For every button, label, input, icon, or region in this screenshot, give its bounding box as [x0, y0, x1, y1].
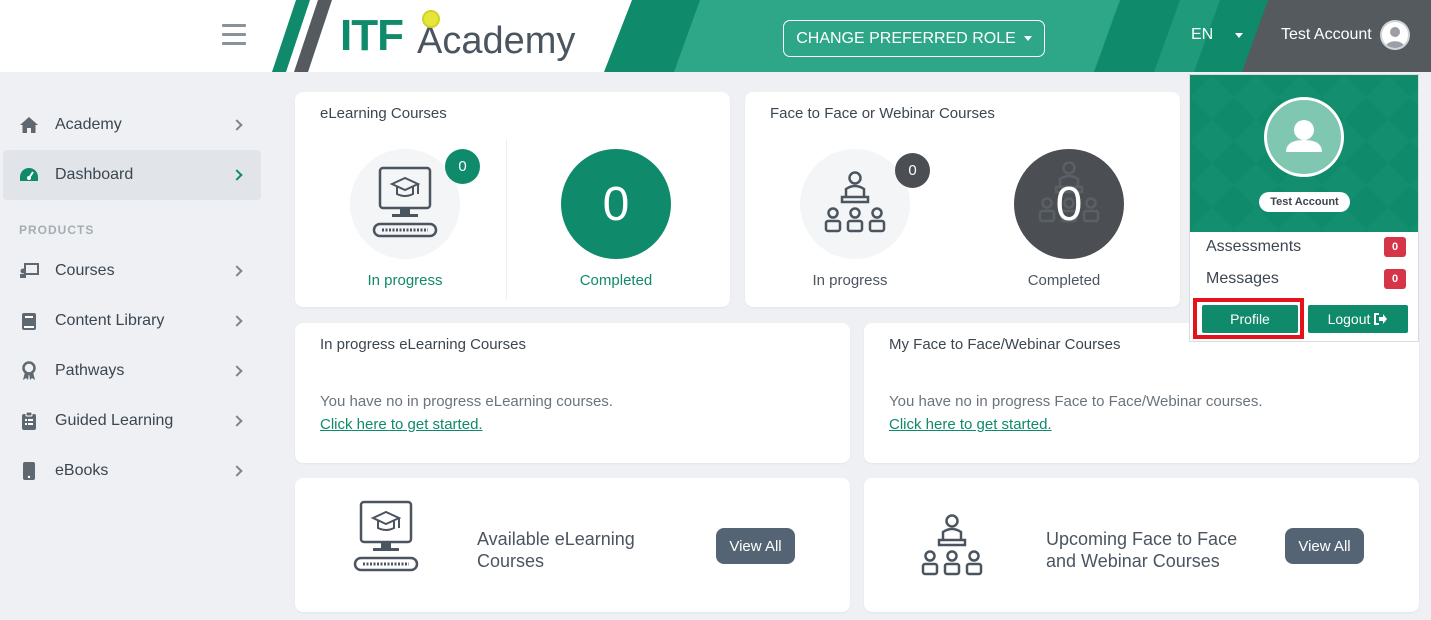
chevron-right-icon	[231, 119, 243, 131]
account-name: Test Account	[1281, 26, 1372, 43]
account-menu[interactable]: Test Account	[1281, 20, 1410, 50]
my-f2f-webinar-card: My Face to Face/Webinar Courses You have…	[864, 323, 1419, 463]
sign-out-icon	[1374, 313, 1388, 325]
caret-down-icon	[1235, 32, 1244, 38]
assessments-label: Assessments	[1206, 238, 1302, 255]
f2f-completed-circle[interactable]: 0	[1014, 149, 1124, 259]
assessments-count-badge: 0	[1384, 237, 1406, 257]
classroom-icon	[824, 171, 886, 233]
card-title: eLearning Courses	[320, 105, 447, 122]
sidebar-item-pathways[interactable]: Pathways	[3, 346, 261, 396]
card-divider	[506, 139, 507, 299]
logo-itf-text: ITF	[340, 11, 404, 60]
elearning-courses-card: eLearning Courses 0 In progress 0 Comple…	[295, 92, 730, 307]
view-all-f2f-button[interactable]: View All	[1285, 528, 1364, 564]
top-header: ITF Academy CHANGE PREFERRED ROLE EN Tes…	[0, 0, 1431, 72]
dropdown-account-name: Test Account	[1259, 192, 1350, 212]
card-title: In progress eLearning Courses	[320, 336, 526, 353]
dropdown-header: Test Account	[1190, 75, 1418, 232]
sidebar-section-products: PRODUCTS	[19, 223, 95, 237]
logout-label: Logout	[1327, 311, 1371, 327]
logo-academy-text: Academy	[416, 19, 576, 62]
language-selector[interactable]: EN	[1191, 26, 1244, 44]
elearning-in-progress-badge: 0	[445, 149, 480, 184]
card-title: Face to Face or Webinar Courses	[770, 105, 995, 122]
messages-count-badge: 0	[1384, 269, 1406, 289]
sidebar-item-academy[interactable]: Academy	[3, 100, 261, 150]
sidebar-item-label: Courses	[55, 262, 115, 279]
elearning-in-progress-circle[interactable]	[350, 149, 460, 259]
completed-label: Completed	[579, 272, 653, 289]
language-label: EN	[1191, 26, 1214, 43]
sidebar-item-label: eBooks	[55, 462, 109, 479]
sidebar-item-label: Guided Learning	[55, 412, 174, 429]
sidebar: Academy Dashboard PRODUCTS Courses Conte…	[0, 72, 270, 620]
in-progress-elearning-card: In progress eLearning Courses You have n…	[295, 323, 850, 463]
chevron-right-icon	[231, 365, 243, 377]
change-preferred-role-button[interactable]: CHANGE PREFERRED ROLE	[783, 20, 1045, 57]
card-title: My Face to Face/Webinar Courses	[889, 336, 1121, 353]
f2f-in-progress-circle[interactable]	[800, 149, 910, 259]
empty-message: You have no in progress Face to Face/Web…	[889, 393, 1263, 410]
logout-button[interactable]: Logout	[1308, 305, 1408, 333]
menu-toggle-icon[interactable]	[222, 24, 246, 46]
sidebar-item-label: Dashboard	[55, 166, 134, 183]
clipboard-icon	[19, 411, 39, 431]
sidebar-item-guided-learning[interactable]: Guided Learning	[3, 396, 261, 446]
home-icon	[19, 115, 39, 135]
award-icon	[19, 361, 39, 381]
messages-label: Messages	[1206, 270, 1279, 287]
sidebar-item-dashboard[interactable]: Dashboard	[3, 150, 261, 200]
avatar-icon	[1379, 20, 1410, 50]
f2f-in-progress-badge: 0	[895, 153, 930, 188]
chevron-right-icon	[231, 265, 243, 277]
chevron-right-icon	[231, 169, 243, 181]
itf-academy-logo[interactable]: ITF Academy	[340, 8, 575, 64]
chevron-right-icon	[231, 465, 243, 477]
upcoming-f2f-card: Upcoming Face to Face and Webinar Course…	[864, 478, 1419, 612]
messages-link[interactable]: Messages 0	[1206, 267, 1406, 291]
available-elearning-card: Available eLearning Courses View All	[295, 478, 850, 612]
feature-title: Upcoming Face to Face and Webinar Course…	[1046, 529, 1238, 571]
get-started-link[interactable]: Click here to get started.	[889, 416, 1052, 433]
in-progress-label: In progress	[812, 272, 888, 289]
book-icon	[19, 311, 39, 331]
completed-label: Completed	[1027, 272, 1101, 289]
profile-highlight-box	[1193, 298, 1304, 339]
avatar-icon	[1264, 97, 1344, 177]
computer-graduation-icon	[372, 166, 438, 238]
in-progress-label: In progress	[367, 272, 443, 289]
feature-title: Available eLearning Courses	[477, 529, 635, 571]
role-button-label: CHANGE PREFERRED ROLE	[796, 29, 1016, 47]
empty-message: You have no in progress eLearning course…	[320, 393, 613, 410]
sidebar-item-label: Content Library	[55, 312, 165, 329]
courses-icon	[19, 261, 39, 281]
caret-down-icon	[1023, 36, 1032, 41]
tennis-ball-icon	[422, 10, 440, 28]
sidebar-item-ebooks[interactable]: eBooks	[3, 446, 261, 496]
sidebar-item-label: Pathways	[55, 362, 125, 379]
f2f-webinar-courses-card: Face to Face or Webinar Courses 0 In pro…	[745, 92, 1180, 307]
sidebar-item-courses[interactable]: Courses	[3, 246, 261, 296]
dashboard-icon	[19, 165, 39, 185]
assessments-link[interactable]: Assessments 0	[1206, 235, 1406, 259]
f2f-completed-count: 0	[1055, 177, 1083, 231]
sidebar-item-label: Academy	[55, 116, 122, 133]
sidebar-item-content-library[interactable]: Content Library	[3, 296, 261, 346]
view-all-elearning-button[interactable]: View All	[716, 528, 795, 564]
elearning-completed-circle[interactable]: 0	[561, 149, 671, 259]
chevron-right-icon	[231, 315, 243, 327]
chevron-right-icon	[231, 415, 243, 427]
computer-graduation-icon	[353, 500, 419, 572]
classroom-icon	[921, 514, 983, 576]
tablet-icon	[19, 461, 39, 481]
get-started-link[interactable]: Click here to get started.	[320, 416, 483, 433]
